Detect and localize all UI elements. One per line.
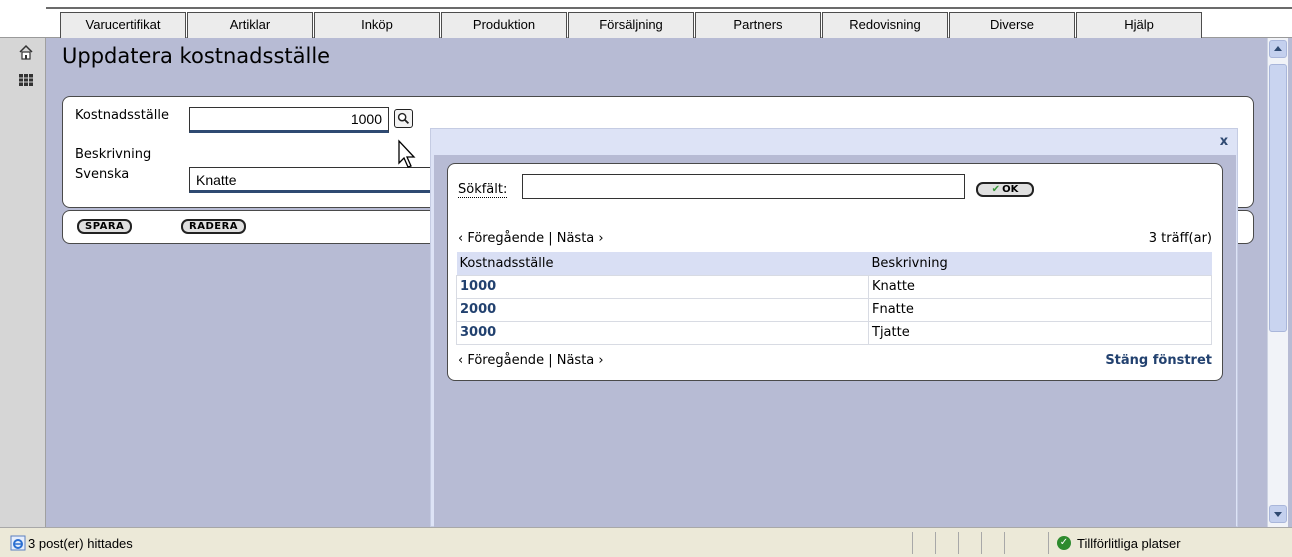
results-table: Kostnadsställe Beskrivning 1000 Knatte 2… xyxy=(456,252,1212,345)
pager-separator: | xyxy=(548,353,553,368)
checkmark-icon: ✔ xyxy=(991,184,1001,195)
trusted-sites-icon: ✓ xyxy=(1057,536,1071,550)
search-panel: Sökfält: ✔ OK ‹ Föregående | Nästa › 3 tr… xyxy=(447,163,1223,381)
table-row[interactable]: 1000 Knatte xyxy=(456,274,1212,299)
ie-page-icon xyxy=(10,535,26,551)
main-menu: Varucertifikat Artiklar Inköp Produktion… xyxy=(60,12,1203,38)
status-divider xyxy=(912,532,913,554)
menu-tab-artiklar[interactable]: Artiklar xyxy=(187,12,313,38)
hit-count: 3 träff(ar) xyxy=(1148,231,1212,246)
menu-tab-redovisning[interactable]: Redovisning xyxy=(822,12,948,38)
vertical-scrollbar[interactable] xyxy=(1267,38,1288,527)
popup-close-button[interactable]: x xyxy=(1217,135,1231,149)
menu-tab-forsaljning[interactable]: Försäljning xyxy=(568,12,694,38)
row-code-link[interactable]: 1000 xyxy=(456,274,869,299)
kostnadsstalle-input[interactable]: 1000 xyxy=(189,107,389,133)
left-icon-strip xyxy=(0,38,46,527)
svenska-label: Svenska xyxy=(75,167,130,182)
delete-button[interactable]: RADERA xyxy=(181,219,247,234)
prev-link[interactable]: ‹ Föregående xyxy=(458,353,544,368)
search-field-label: Sökfält: xyxy=(458,182,508,198)
row-code-link[interactable]: 3000 xyxy=(456,320,869,345)
prev-link[interactable]: ‹ Föregående xyxy=(458,231,544,246)
status-text: 3 post(er) hittades xyxy=(28,536,133,551)
home-icon[interactable] xyxy=(18,44,34,60)
security-zone-text: Tillförlitliga platser xyxy=(1077,536,1181,551)
page-title: Uppdatera kostnadsställe xyxy=(62,44,331,68)
popup-body: Sökfält: ✔ OK ‹ Föregående | Nästa › 3 tr… xyxy=(434,155,1236,528)
pager-bottom: ‹ Föregående | Nästa › xyxy=(458,353,604,368)
beskrivning-label: Beskrivning xyxy=(75,147,152,162)
scroll-down-button[interactable] xyxy=(1269,505,1287,523)
menu-grid-icon[interactable] xyxy=(18,72,34,88)
top-menu-bar: Varucertifikat Artiklar Inköp Produktion… xyxy=(0,0,1292,38)
column-header-kostnadsstalle: Kostnadsställe xyxy=(456,252,869,275)
ok-button[interactable]: ✔ OK xyxy=(976,182,1034,197)
close-window-link[interactable]: Stäng fönstret xyxy=(1105,353,1212,368)
status-divider xyxy=(958,532,959,554)
results-header-row: Kostnadsställe Beskrivning xyxy=(456,252,1212,275)
next-link[interactable]: Nästa › xyxy=(557,231,604,246)
lookup-popup: x Sökfält: ✔ OK ‹ Föregående | Nästa › 3 … xyxy=(430,128,1238,528)
ok-button-label: OK xyxy=(1002,184,1019,195)
menu-tab-varucertifikat[interactable]: Varucertifikat xyxy=(60,12,186,38)
search-field-input[interactable] xyxy=(522,174,965,199)
menu-top-rule xyxy=(46,7,1292,9)
row-description: Knatte xyxy=(868,274,1212,299)
table-row[interactable]: 2000 Fnatte xyxy=(456,297,1212,322)
scroll-up-button[interactable] xyxy=(1269,40,1287,58)
menu-tab-produktion[interactable]: Produktion xyxy=(441,12,567,38)
arrow-up-icon xyxy=(1274,46,1282,51)
menu-tab-partners[interactable]: Partners xyxy=(695,12,821,38)
table-row[interactable]: 3000 Tjatte xyxy=(456,320,1212,345)
next-link[interactable]: Nästa › xyxy=(557,353,604,368)
save-button[interactable]: SPARA xyxy=(77,219,133,234)
kostnadsstalle-label: Kostnadsställe xyxy=(75,108,169,123)
status-bar: 3 post(er) hittades ✓ Tillförlitliga pla… xyxy=(0,527,1292,557)
mouse-cursor-icon xyxy=(398,139,416,168)
status-divider xyxy=(1004,532,1005,554)
status-divider xyxy=(1048,532,1049,554)
status-divider xyxy=(981,532,982,554)
row-description: Fnatte xyxy=(868,297,1212,322)
pager-top: ‹ Föregående | Nästa › xyxy=(458,231,604,246)
row-code-link[interactable]: 2000 xyxy=(456,297,869,322)
scroll-thumb[interactable] xyxy=(1269,64,1287,332)
search-lookup-icon[interactable] xyxy=(394,109,413,128)
column-header-beskrivning: Beskrivning xyxy=(868,252,1212,275)
row-description: Tjatte xyxy=(868,320,1212,345)
menu-tab-diverse[interactable]: Diverse xyxy=(949,12,1075,38)
arrow-down-icon xyxy=(1274,512,1282,517)
menu-tab-hjalp[interactable]: Hjälp xyxy=(1076,12,1202,38)
status-divider xyxy=(935,532,936,554)
pager-separator: | xyxy=(548,231,553,246)
menu-tab-inkop[interactable]: Inköp xyxy=(314,12,440,38)
